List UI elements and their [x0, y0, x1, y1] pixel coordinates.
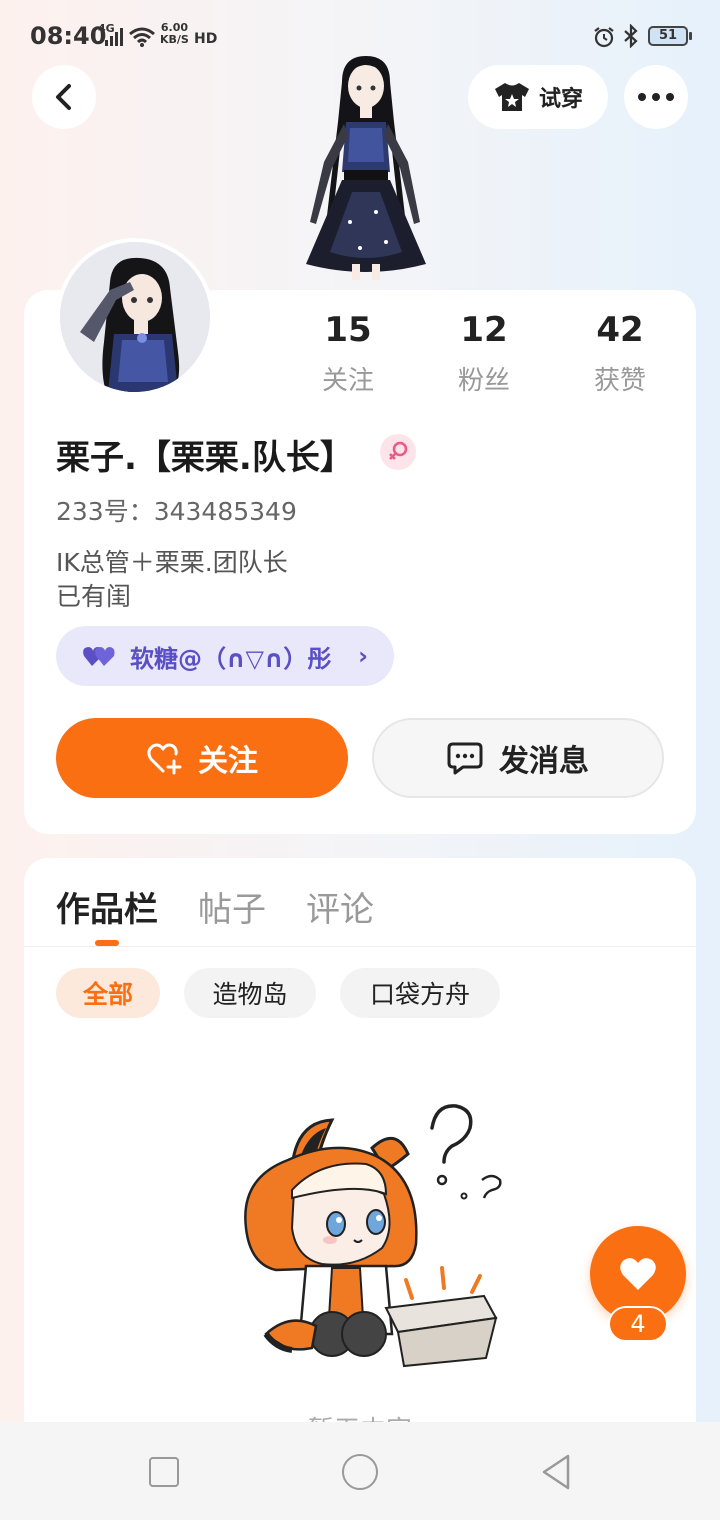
- stat-label: 粉丝: [457, 366, 510, 396]
- stat-number: 15: [324, 310, 372, 350]
- stat-number: 42: [596, 310, 644, 350]
- user-id: 233号：343485349: [56, 497, 297, 526]
- profile-name: 栗子.【栗栗.队长】: [56, 438, 354, 478]
- follow-button[interactable]: 关注: [56, 718, 348, 798]
- filter-creation-island[interactable]: 造物岛: [184, 968, 316, 1018]
- try-on-button[interactable]: 试穿: [468, 65, 608, 129]
- bio-line: 已有闺: [56, 582, 132, 611]
- avatar[interactable]: [60, 242, 210, 392]
- double-heart-icon: [83, 647, 115, 666]
- message-button[interactable]: 发消息: [372, 718, 664, 798]
- system-back-button[interactable]: [538, 1452, 574, 1492]
- recent-apps-button[interactable]: [149, 1457, 179, 1487]
- message-label: 发消息: [499, 744, 589, 779]
- avatar-portrait-image: [60, 242, 210, 392]
- home-button[interactable]: [342, 1454, 378, 1490]
- stat-following[interactable]: 15 关注: [288, 310, 408, 397]
- status-time: 08:40: [30, 22, 107, 50]
- more-dots-icon: [638, 93, 674, 101]
- alarm-icon: [594, 27, 614, 48]
- cp-relationship-pill[interactable]: 软糖@（∩▽∩）彤 ›: [56, 626, 394, 686]
- tab-comments[interactable]: 评论: [306, 882, 374, 931]
- like-count-badge: 4: [608, 1306, 668, 1342]
- divider: [24, 946, 696, 947]
- tab-posts[interactable]: 帖子: [198, 882, 266, 931]
- back-button[interactable]: [32, 65, 96, 129]
- heart-plus-icon: [147, 743, 182, 775]
- bluetooth-icon: [624, 24, 638, 48]
- battery-indicator: 51: [648, 26, 692, 46]
- network-speed: 6.00 KB/S: [160, 22, 189, 46]
- stat-label: 关注: [321, 366, 374, 396]
- avatar-figure-image: [306, 56, 426, 280]
- heart-icon: [620, 1258, 656, 1290]
- filter-pocket-ark[interactable]: 口袋方舟: [340, 968, 500, 1018]
- more-button[interactable]: [624, 65, 688, 129]
- stat-fans[interactable]: 12 粉丝: [424, 310, 544, 397]
- tshirt-icon: [494, 83, 529, 111]
- hd-indicator: HD: [194, 24, 218, 48]
- female-icon: [380, 434, 416, 470]
- stat-label: 获赞: [593, 366, 646, 396]
- speed-unit: KB/S: [160, 33, 189, 46]
- back-arrow-icon: [56, 84, 71, 110]
- stat-likes[interactable]: 42 获赞: [560, 310, 680, 397]
- signal-icon: [105, 28, 123, 46]
- bio-line: IK总管＋栗栗.团队长: [56, 548, 288, 577]
- wifi-icon: [129, 27, 155, 47]
- hd-label: HD: [194, 31, 218, 47]
- cp-label: 软糖@（∩▽∩）彤: [130, 644, 332, 673]
- try-on-label: 试穿: [538, 87, 583, 112]
- chat-bubble-icon: [447, 742, 483, 775]
- follow-label: 关注: [198, 744, 258, 779]
- stat-number: 12: [460, 310, 508, 350]
- empty-state-mascot-image: [244, 1104, 502, 1368]
- tab-works[interactable]: 作品栏: [56, 882, 158, 931]
- chevron-right-icon: ›: [358, 642, 368, 670]
- filter-all[interactable]: 全部: [56, 968, 160, 1018]
